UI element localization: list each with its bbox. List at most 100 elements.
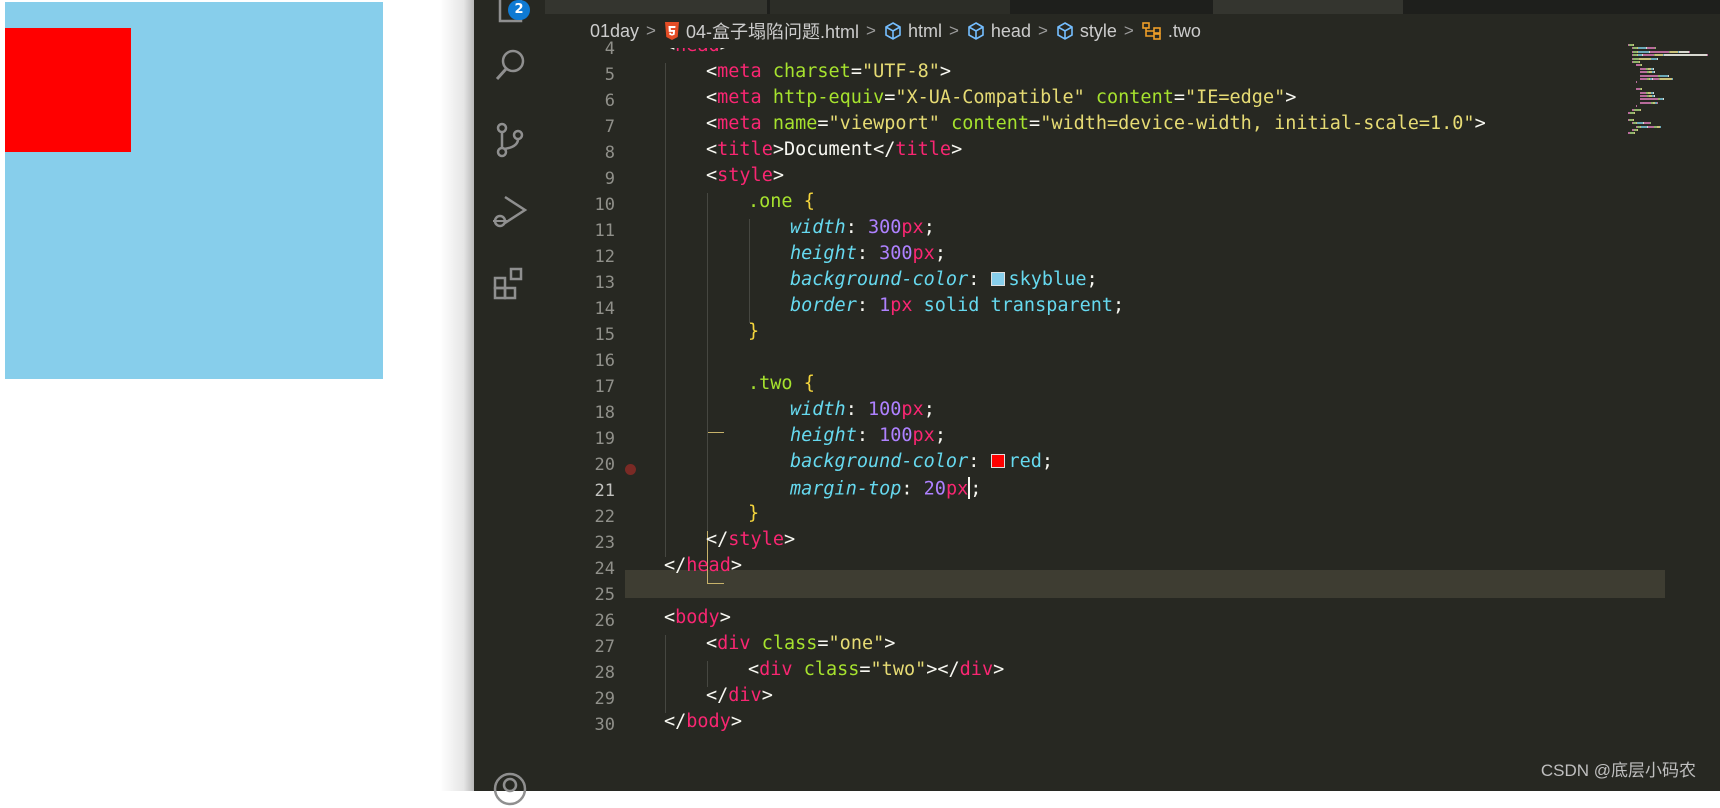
- minimap-line: [1640, 78, 1647, 80]
- explorer-badge: 2: [508, 0, 530, 20]
- line-number: 19: [594, 429, 615, 449]
- minimap-line: [1707, 54, 1708, 57]
- line-number: 16: [594, 351, 615, 371]
- breadcrumb-item[interactable]: style: [1056, 21, 1117, 42]
- minimap-line: [1638, 47, 1646, 50]
- minimap-line: [1640, 108, 1641, 111]
- minimap-line: [1634, 112, 1635, 114]
- line-number: 5: [604, 65, 615, 85]
- code-line: background-color: red;: [790, 451, 1054, 472]
- minimap-line: [1640, 71, 1647, 74]
- color-swatch-icon[interactable]: [990, 271, 1005, 286]
- minimap-line: [1653, 67, 1654, 70]
- tab[interactable]: [1213, 0, 1403, 14]
- indent-guide: [707, 193, 708, 531]
- breadcrumb-separator-icon: >: [948, 21, 959, 40]
- line-number: 30: [594, 715, 615, 735]
- minimap-line: [1640, 101, 1651, 104]
- line-number: 9: [604, 169, 615, 189]
- minimap-line: [1640, 98, 1658, 101]
- code-editor: 2 01day >04-盒子塌陷问题.html > html > head > style >.…: [474, 0, 1720, 806]
- minimap-line: [1653, 91, 1654, 94]
- account-icon[interactable]: [491, 770, 529, 808]
- breadcrumb-label: style: [1079, 20, 1117, 41]
- code-line: <div class="one">: [706, 633, 896, 654]
- code-line: </head>: [664, 555, 742, 576]
- breadcrumb: 01day >04-盒子塌陷问题.html > html > head > style > .tw…: [545, 14, 1720, 48]
- line-number: 11: [594, 221, 615, 241]
- breadcrumb-item[interactable]: html: [884, 21, 942, 42]
- minimap[interactable]: [1624, 40, 1720, 170]
- activity-bar: 2: [474, 0, 545, 806]
- line-number: 14: [594, 299, 615, 319]
- code-line: width: 100px;: [790, 399, 935, 420]
- minimap-line: [1650, 50, 1669, 53]
- line-number: 17: [594, 377, 615, 397]
- line-number: 10: [594, 195, 615, 215]
- cube-icon: [884, 22, 902, 40]
- minimap-line: [1633, 118, 1634, 121]
- line-number: 28: [594, 663, 615, 683]
- source-control-icon[interactable]: [491, 121, 529, 159]
- breadcrumb-label: head: [990, 20, 1031, 41]
- indent-guide: [665, 63, 666, 557]
- minimap-line: [1664, 54, 1707, 57]
- breadcrumb-separator-icon: >: [646, 21, 656, 40]
- code-line: </style>: [706, 529, 796, 550]
- cube-icon: [967, 22, 985, 40]
- minimap-line: [1660, 78, 1672, 80]
- search-icon[interactable]: [491, 46, 529, 84]
- minimap-line: [1660, 74, 1668, 77]
- minimap-line: [1637, 129, 1638, 131]
- breadcrumb-separator-icon: >: [1037, 21, 1048, 40]
- minimap-line: [1655, 54, 1663, 57]
- line-number: 7: [604, 117, 615, 137]
- line-number: 18: [594, 403, 615, 423]
- minimap-line: [1654, 95, 1655, 97]
- code-line: height: 300px;: [790, 243, 946, 264]
- code-line: <title>Document</title>: [706, 139, 963, 160]
- minimap-line: [1670, 50, 1678, 53]
- line-number: 6: [604, 91, 615, 111]
- code-line: <meta charset="UTF-8">: [706, 61, 952, 82]
- run-debug-icon[interactable]: [491, 193, 529, 231]
- minimap-line: [1633, 44, 1634, 46]
- window-shadow: [440, 0, 474, 791]
- line-number: 8: [604, 143, 615, 163]
- current-line-highlight: [625, 570, 1665, 598]
- line-number: 21: [594, 481, 615, 501]
- line-number: 13: [594, 273, 615, 293]
- color-swatch-icon[interactable]: [990, 453, 1005, 468]
- code-area[interactable]: <head><meta charset="UTF-8"><meta http-e…: [625, 48, 1665, 791]
- line-number-gutter: 4 5 6 7 8 9 10 11 12 13 14 15 16 17 18 19 20 21 22 23 24 25 26…: [545, 39, 636, 791]
- tab[interactable]: [545, 0, 767, 14]
- indent-guide: [749, 219, 750, 323]
- line-number: 24: [594, 559, 615, 579]
- breadcrumb-item[interactable]: .two: [1142, 21, 1201, 42]
- code-line: border: 1px solid transparent;: [790, 295, 1125, 316]
- code-line: background-color: skyblue;: [790, 269, 1098, 290]
- indent-guide: [707, 661, 708, 687]
- breadcrumb-item[interactable]: head: [967, 21, 1031, 42]
- indent-guide: [665, 635, 666, 713]
- minimap-line: [1640, 74, 1658, 77]
- code-line: }: [748, 321, 760, 342]
- tab[interactable]: [770, 0, 1010, 14]
- minimap-line: [1639, 57, 1651, 60]
- code-line: <meta http-equiv="X-UA-Compatible" conte…: [706, 87, 1297, 108]
- line-number: 23: [594, 533, 615, 553]
- code-line: <style>: [706, 165, 784, 186]
- box-two: [5, 28, 131, 152]
- breadcrumb-label: html: [907, 20, 942, 41]
- breadcrumb-item[interactable]: 04-盒子塌陷问题.html: [664, 18, 859, 44]
- minimap-line: [1641, 64, 1642, 67]
- code-line: margin-top: 20px;: [790, 477, 982, 500]
- minimap-line: [1668, 74, 1669, 77]
- line-number: 4: [604, 39, 615, 59]
- minimap-line: [1654, 71, 1655, 74]
- extensions-icon[interactable]: [491, 265, 529, 303]
- code-line: }: [748, 503, 760, 524]
- code-line: <meta name="viewport" content="width=dev…: [706, 113, 1486, 134]
- html5-icon: [664, 22, 680, 40]
- minimap-line: [1638, 50, 1649, 53]
